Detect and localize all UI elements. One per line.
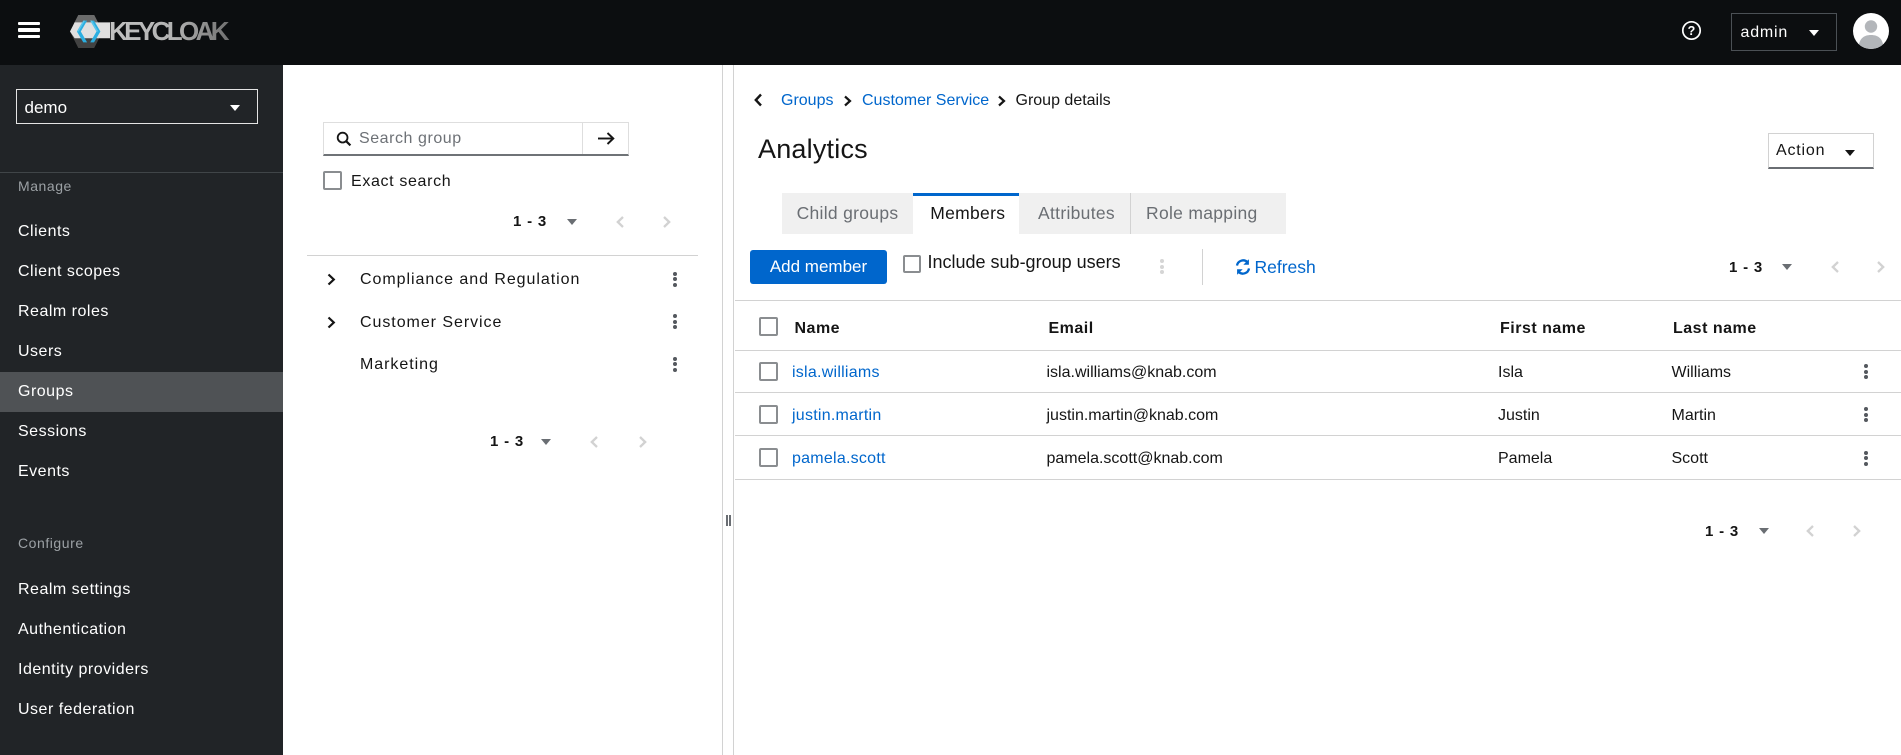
svg-text:?: ? bbox=[1688, 24, 1696, 38]
svg-text:KEYCLOAK: KEYCLOAK bbox=[109, 16, 230, 46]
